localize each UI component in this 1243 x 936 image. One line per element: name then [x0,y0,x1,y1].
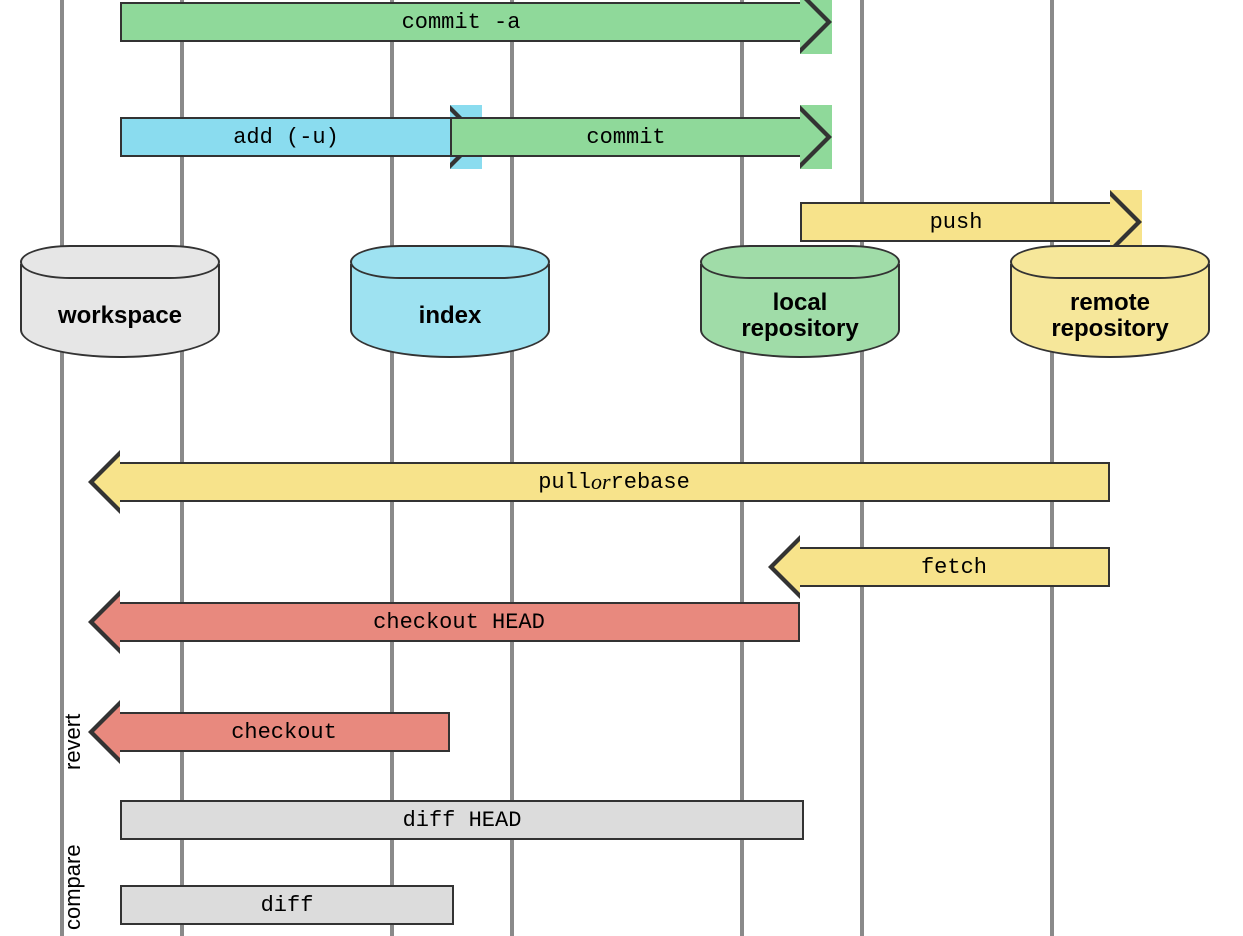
side-label-revert: revert [60,714,86,770]
arrow-add-label: add (-u) [120,117,450,157]
bar-diff: diff [120,885,454,925]
bar-diff-head: diff HEAD [120,800,804,840]
arrow-checkout-head-label: checkout HEAD [120,602,800,642]
arrow-commit: commit [450,105,832,169]
node-workspace: workspace [20,245,220,358]
arrow-checkout: checkout [88,700,450,764]
arrow-fetch-label: fetch [800,547,1110,587]
arrow-checkout-label: checkout [120,712,450,752]
track-line-workspace-l [60,0,64,936]
arrow-pull: pull or rebase [88,450,1110,514]
node-remote: remote repository [1010,245,1210,358]
arrow-commit-a-label: commit -a [120,2,800,42]
arrow-checkout-head: checkout HEAD [88,590,800,654]
arrow-commit-label: commit [450,117,800,157]
arrow-add: add (-u) [120,105,482,169]
side-label-compare: compare [60,844,86,930]
node-index: index [350,245,550,358]
arrow-commit-a: commit -a [120,0,832,54]
arrow-push-label: push [800,202,1110,242]
arrow-fetch: fetch [768,535,1110,599]
arrow-pull-label: pull or rebase [120,462,1110,502]
git-transport-diagram: workspace index local repository remote rep… [0,0,1243,936]
node-local: local repository [700,245,900,358]
